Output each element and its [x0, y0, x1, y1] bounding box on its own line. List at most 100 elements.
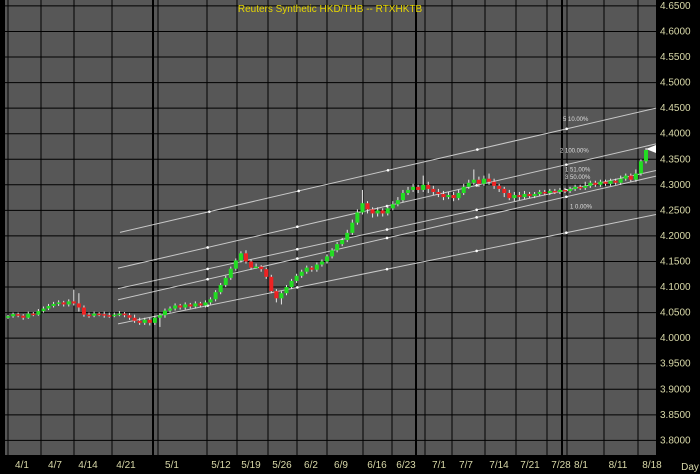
candle-down — [370, 209, 375, 214]
channel-marker — [208, 210, 211, 213]
channel-marker — [386, 168, 390, 172]
candle-down — [628, 175, 633, 180]
candle-up — [183, 304, 188, 308]
candle-up — [319, 261, 324, 265]
candle-up — [471, 179, 476, 183]
candle-up — [461, 186, 466, 193]
candle-up — [233, 260, 238, 269]
channel-label: 1 0.00% — [570, 204, 593, 210]
candle-down — [21, 315, 26, 318]
candle-up — [335, 244, 340, 251]
candle-down — [502, 188, 507, 193]
candle-up — [213, 292, 218, 300]
y-tick-label: 4.4500 — [660, 103, 691, 114]
candle-up — [294, 275, 299, 281]
candle-up — [218, 285, 223, 293]
candle-down — [178, 305, 183, 308]
candle-down — [132, 317, 137, 321]
candle-up — [537, 191, 542, 195]
candle-up — [56, 302, 61, 304]
channel-label: 1 51.00% — [565, 167, 591, 173]
x-tick-label: 7/21 — [520, 460, 540, 471]
candle-up — [588, 182, 593, 186]
y-tick-label: 4.2000 — [660, 231, 691, 242]
channel-marker — [565, 231, 568, 234]
candle-down — [476, 179, 481, 184]
candle-down — [249, 261, 254, 268]
candle-down — [137, 320, 142, 323]
channel-marker — [475, 208, 478, 212]
candle-up — [11, 314, 16, 317]
channel-marker — [385, 236, 389, 240]
candle-up — [608, 180, 613, 184]
x-tick-label: 7/14 — [489, 460, 509, 471]
x-tick-label: 6/2 — [304, 460, 318, 471]
candle-up — [193, 303, 198, 307]
channel-marker — [296, 247, 299, 251]
candle-down — [507, 192, 512, 199]
candle-up — [598, 181, 603, 185]
candle-down — [243, 253, 248, 262]
candle-down — [264, 269, 269, 277]
candle-up — [299, 271, 304, 276]
candle-up — [279, 293, 284, 299]
candle-down — [87, 314, 92, 317]
candle-down — [562, 189, 567, 192]
y-tick-label: 4.6000 — [660, 26, 691, 37]
channel-marker — [476, 148, 479, 151]
candle-up — [330, 250, 335, 257]
channel-marker — [296, 257, 299, 260]
candle-up — [228, 268, 233, 278]
plot-background — [4, 0, 656, 455]
candle-down — [16, 314, 21, 316]
x-tick-label: 8/1 — [574, 460, 588, 471]
y-tick-label: 4.5500 — [660, 52, 691, 63]
candle-down — [81, 307, 86, 315]
candle-up — [644, 150, 648, 162]
candle-up — [340, 240, 345, 245]
candle-up — [350, 222, 355, 233]
candle-up — [254, 266, 259, 269]
x-tick-label: 4/21 — [116, 460, 136, 471]
candle-up — [400, 192, 405, 201]
candle-down — [76, 303, 81, 308]
channel-marker — [565, 195, 568, 199]
candle-up — [26, 313, 31, 318]
candle-down — [436, 191, 441, 195]
x-tick-label: 4/1 — [15, 460, 29, 471]
candle-down — [416, 186, 421, 190]
candle-up — [638, 161, 643, 174]
x-tick-label: 4/7 — [48, 460, 62, 471]
candle-down — [102, 314, 107, 316]
candle-down — [593, 182, 598, 185]
y-axis-labels: 4.6500 4.6000 4.5500 4.5000 4.4500 4.4000 4.35… — [660, 1, 691, 447]
candle-up — [446, 195, 451, 198]
channel-marker — [385, 267, 389, 271]
candle-up — [583, 185, 588, 188]
channel-marker — [297, 189, 300, 193]
channel-marker — [206, 246, 209, 249]
candle-down — [497, 185, 502, 189]
channel-marker — [475, 249, 478, 253]
candle-up — [112, 314, 117, 317]
x-tick-label: 8/11 — [609, 460, 628, 471]
candle-up — [522, 194, 527, 198]
x-tick-label: 6/9 — [334, 460, 348, 471]
channel-marker — [565, 127, 568, 131]
channel-marker — [565, 163, 568, 166]
candle-up — [314, 264, 319, 270]
x-tick-label: 7/1 — [432, 460, 446, 471]
candle-up — [173, 305, 178, 309]
candle-up — [390, 204, 395, 209]
channel-marker — [296, 225, 299, 229]
candle-up — [41, 308, 46, 312]
candle-up — [568, 188, 573, 191]
candle-up — [66, 301, 71, 305]
y-tick-label: 4.1000 — [660, 282, 691, 293]
x-tick-label: 5/19 — [241, 460, 261, 471]
candle-down — [441, 194, 446, 198]
chart-window: 4.6500 4.6000 4.5500 4.5000 4.4500 4.4000 4.35… — [0, 0, 700, 474]
y-tick-label: 3.8000 — [660, 435, 691, 446]
candle-up — [238, 253, 243, 261]
candle-up — [325, 256, 329, 262]
